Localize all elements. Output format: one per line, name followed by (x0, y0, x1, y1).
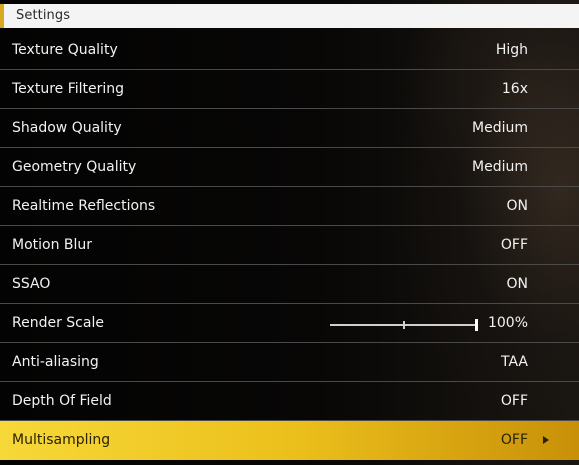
setting-value: Medium (472, 120, 528, 136)
setting-shadow-quality[interactable]: Shadow Quality Medium (0, 109, 579, 148)
setting-label: Depth Of Field (12, 393, 112, 409)
setting-label: Texture Filtering (12, 81, 125, 97)
page-title: Settings (16, 8, 71, 23)
settings-list: Texture Quality High Texture Filtering 1… (0, 31, 579, 460)
setting-value: ON (506, 276, 529, 292)
setting-value: TAA (500, 354, 528, 370)
render-scale-slider[interactable] (330, 319, 478, 331)
setting-label: SSAO (12, 276, 51, 292)
setting-label: Geometry Quality (12, 159, 137, 175)
setting-value: Medium (472, 159, 528, 175)
setting-texture-filtering[interactable]: Texture Filtering 16x (0, 70, 579, 109)
settings-header: Settings (0, 4, 579, 28)
setting-realtime-reflections[interactable]: Realtime Reflections ON (0, 187, 579, 226)
setting-label: Anti-aliasing (12, 354, 99, 370)
setting-texture-quality[interactable]: Texture Quality High (0, 31, 579, 70)
arrow-right-icon[interactable] (543, 436, 549, 444)
setting-depth-of-field[interactable]: Depth Of Field OFF (0, 382, 579, 421)
setting-label: Render Scale (12, 315, 104, 331)
setting-value: OFF (500, 393, 528, 409)
setting-value: 100% (487, 315, 528, 331)
setting-value: OFF (500, 432, 528, 448)
setting-geometry-quality[interactable]: Geometry Quality Medium (0, 148, 579, 187)
slider-midpoint-tick (403, 321, 405, 329)
setting-anti-aliasing[interactable]: Anti-aliasing TAA (0, 343, 579, 382)
setting-motion-blur[interactable]: Motion Blur OFF (0, 226, 579, 265)
setting-label: Texture Quality (12, 42, 118, 58)
setting-label: Shadow Quality (12, 120, 122, 136)
setting-value: ON (506, 198, 529, 214)
setting-label: Multisampling (12, 432, 111, 448)
setting-ssao[interactable]: SSAO ON (0, 265, 579, 304)
setting-value: High (495, 42, 528, 58)
setting-label: Motion Blur (12, 237, 93, 253)
setting-label: Realtime Reflections (12, 198, 156, 214)
setting-value: 16x (501, 81, 528, 97)
setting-render-scale[interactable]: Render Scale 100% (0, 304, 579, 343)
setting-multisampling[interactable]: Multisampling OFF (0, 421, 579, 460)
slider-thumb[interactable] (475, 319, 478, 331)
setting-value: OFF (500, 237, 528, 253)
